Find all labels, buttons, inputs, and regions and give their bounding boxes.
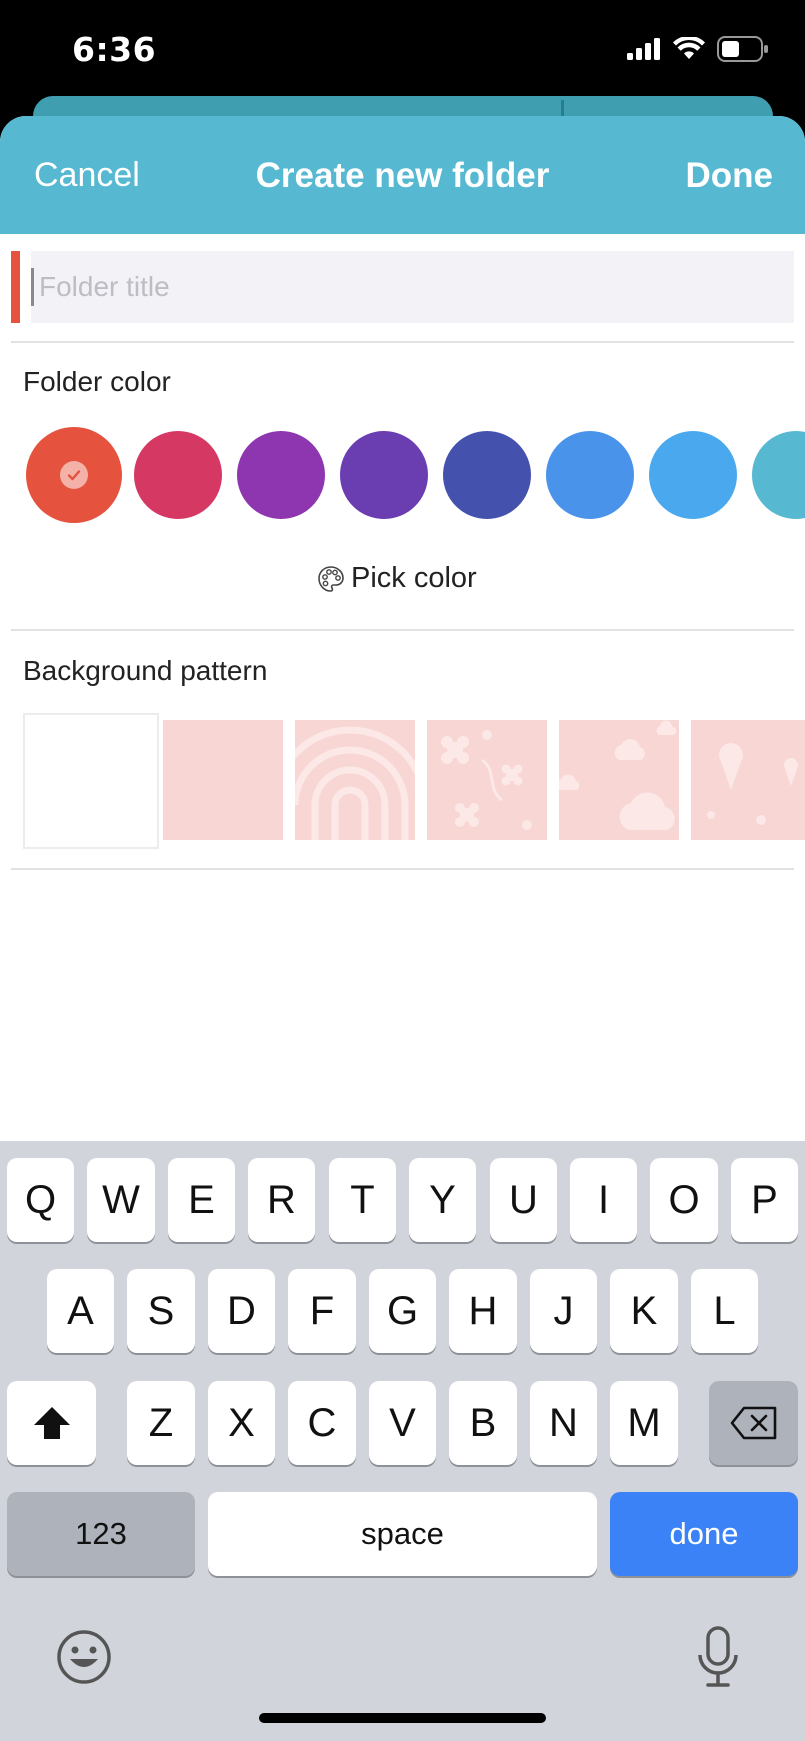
backspace-key[interactable] xyxy=(709,1381,798,1465)
key-o[interactable]: O xyxy=(650,1158,718,1242)
shift-key[interactable] xyxy=(7,1381,96,1465)
key-j[interactable]: J xyxy=(530,1269,597,1353)
title-accent-bar xyxy=(11,251,20,323)
cancel-button[interactable]: Cancel xyxy=(34,156,140,195)
key-a[interactable]: A xyxy=(47,1269,114,1353)
divider xyxy=(11,341,794,343)
pick-color-label: Pick color xyxy=(351,562,477,594)
keyboard: Q W E R T Y U I O P A S D F G H J K L Z … xyxy=(0,1141,805,1741)
key-y[interactable]: Y xyxy=(409,1158,476,1242)
color-swatch-deep-purple[interactable] xyxy=(340,431,428,519)
color-swatch-red[interactable] xyxy=(26,427,122,523)
key-n[interactable]: N xyxy=(530,1381,597,1465)
key-v[interactable]: V xyxy=(369,1381,436,1465)
home-indicator xyxy=(259,1713,546,1723)
pattern-ice-cream[interactable] xyxy=(691,720,805,840)
color-swatch-indigo[interactable] xyxy=(443,431,531,519)
microphone-icon xyxy=(698,1626,738,1687)
color-swatch-light-blue[interactable] xyxy=(649,431,737,519)
status-bar: 6:36 xyxy=(0,0,805,100)
key-z[interactable]: Z xyxy=(127,1381,195,1465)
folder-color-label: Folder color xyxy=(23,366,171,397)
battery-icon xyxy=(717,36,768,62)
color-swatch-blue[interactable] xyxy=(546,431,634,519)
key-c[interactable]: C xyxy=(288,1381,356,1465)
key-x[interactable]: X xyxy=(208,1381,275,1465)
flower-pattern-art xyxy=(441,730,532,830)
key-h[interactable]: H xyxy=(449,1269,517,1353)
pattern-plain[interactable] xyxy=(163,720,283,840)
status-icons xyxy=(627,36,769,62)
key-r[interactable]: R xyxy=(248,1158,315,1242)
key-g[interactable]: G xyxy=(369,1269,436,1353)
emoji-button[interactable] xyxy=(56,1629,112,1685)
key-b[interactable]: B xyxy=(449,1381,517,1465)
cellular-signal-icon xyxy=(627,38,660,60)
pattern-none[interactable] xyxy=(23,713,159,849)
text-caret xyxy=(31,268,34,306)
color-swatch-purple[interactable] xyxy=(237,431,325,519)
key-f[interactable]: F xyxy=(288,1269,356,1353)
color-swatch-cyan[interactable] xyxy=(752,431,805,519)
key-p[interactable]: P xyxy=(731,1158,798,1242)
key-m[interactable]: M xyxy=(610,1381,678,1465)
dictation-button[interactable] xyxy=(694,1625,742,1689)
key-u[interactable]: U xyxy=(490,1158,557,1242)
color-swatch-pink[interactable] xyxy=(134,431,222,519)
pick-color-button[interactable]: Pick color xyxy=(317,562,477,595)
pattern-concentric-lines[interactable] xyxy=(295,720,415,840)
status-time: 6:36 xyxy=(72,30,157,69)
ice-cream-pattern-art xyxy=(707,743,798,825)
key-d[interactable]: D xyxy=(208,1269,275,1353)
cloud-pattern-art xyxy=(559,720,677,830)
background-pattern-label: Background pattern xyxy=(23,655,268,686)
key-q[interactable]: Q xyxy=(7,1158,74,1242)
key-k[interactable]: K xyxy=(610,1269,678,1353)
nav-bar: Cancel Create new folder Done xyxy=(0,116,805,234)
numbers-key[interactable]: 123 xyxy=(7,1492,195,1576)
pattern-clouds[interactable] xyxy=(559,720,679,840)
done-key[interactable]: done xyxy=(610,1492,798,1576)
key-s[interactable]: S xyxy=(127,1269,195,1353)
divider xyxy=(11,629,794,631)
shift-icon xyxy=(33,1407,70,1439)
folder-title-input[interactable] xyxy=(31,251,794,323)
key-l[interactable]: L xyxy=(691,1269,758,1353)
backspace-icon xyxy=(730,1406,776,1440)
done-button[interactable]: Done xyxy=(686,156,774,196)
key-t[interactable]: T xyxy=(329,1158,396,1242)
emoji-icon xyxy=(57,1630,111,1684)
key-e[interactable]: E xyxy=(168,1158,235,1242)
divider xyxy=(11,868,794,870)
palette-icon xyxy=(318,565,344,592)
checkmark-icon xyxy=(60,461,88,489)
pattern-flowers[interactable] xyxy=(427,720,547,840)
key-w[interactable]: W xyxy=(87,1158,155,1242)
key-i[interactable]: I xyxy=(570,1158,637,1242)
space-key[interactable]: space xyxy=(208,1492,597,1576)
wifi-icon xyxy=(673,37,705,59)
concentric-pattern-art xyxy=(295,726,415,840)
